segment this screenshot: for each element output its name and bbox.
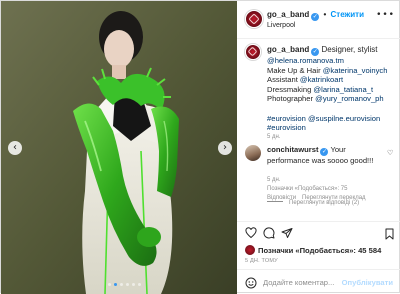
share-send-icon[interactable] — [281, 227, 293, 239]
caption-body: @helena.romanova.tm Make Up & Hair @kate… — [267, 56, 399, 142]
photo-illustration — [1, 1, 237, 294]
verified-badge-icon: ✓ — [311, 48, 320, 56]
carousel-prev-button[interactable]: ‹ — [8, 141, 22, 155]
view-replies-label: Переглянути відповіді (2) — [289, 200, 360, 206]
instagram-post-modal: ‹ › go_a_band✓ • Стежити Liverpool ••• — [0, 0, 400, 294]
likes-summary[interactable]: Позначки «Подобається»: 45 584 — [245, 245, 381, 255]
commenter-username[interactable]: conchitawurst — [267, 145, 318, 154]
post-photo[interactable]: ‹ › — [1, 1, 237, 294]
caption-line: Dressmaking @larina_tatiana_t — [267, 84, 374, 94]
publish-comment-button[interactable]: Опублікувати — [342, 278, 393, 287]
caption-line-text: Designer, stylist — [321, 45, 378, 54]
action-icons — [245, 227, 293, 239]
caption-username[interactable]: go_a_band — [267, 45, 309, 54]
header-separator: • — [323, 10, 327, 19]
caption-time: 5 дн. — [267, 133, 281, 140]
caption-line: Assistant @katrinkoart — [267, 75, 344, 85]
carousel-dot — [108, 283, 111, 286]
comment-time: 5 дн. — [267, 177, 281, 183]
caption-mention[interactable]: @katerina_voinych — [323, 66, 388, 75]
carousel-next-button[interactable]: › — [218, 141, 232, 155]
carousel-dot — [138, 283, 141, 286]
emoji-picker-icon[interactable] — [245, 276, 257, 294]
caption-avatar[interactable] — [245, 44, 261, 60]
caption-line: Photographer @yury_romanov_ph — [267, 94, 384, 104]
carousel-dot — [120, 283, 123, 286]
author-avatar[interactable] — [245, 10, 263, 28]
caption-hashtags[interactable]: #eurovision @suspilne.eurovision — [267, 114, 399, 124]
caption-mention[interactable]: @larina_tatiana_t — [313, 85, 373, 94]
liker-avatar — [245, 245, 255, 255]
follow-button[interactable]: Стежити — [331, 10, 364, 19]
author-username[interactable]: go_a_band — [267, 10, 309, 19]
post-actions: Позначки «Подобається»: 45 584 5 ДН. ТОМ… — [237, 221, 400, 275]
bookmark-save-icon[interactable] — [384, 227, 395, 245]
likes-count: 45 584 — [358, 246, 382, 255]
carousel-dot — [132, 283, 135, 286]
post-time-ago: 5 ДН. ТОМУ — [245, 258, 278, 264]
caption-line: Make Up & Hair @katerina_voinych — [267, 65, 388, 75]
carousel-indicator — [108, 283, 141, 286]
comment-input[interactable] — [263, 277, 353, 288]
add-comment-bar: Опублікувати — [237, 269, 400, 294]
chevron-left-icon: ‹ — [13, 142, 17, 153]
comment-text: conchitawurst ✓ Your performance was sooo… — [267, 145, 379, 166]
more-options-icon[interactable]: ••• — [376, 10, 395, 20]
likes-label: Позначки «Подобається»: — [258, 246, 359, 255]
commenter-avatar[interactable] — [245, 145, 261, 161]
chevron-right-icon: › — [223, 142, 227, 153]
carousel-dot-active — [114, 283, 117, 286]
caption-hashtag[interactable]: #eurovision — [267, 123, 399, 133]
comment-likes[interactable]: Позначки «Подобається»: 75 — [267, 186, 347, 192]
like-heart-icon[interactable] — [245, 227, 257, 239]
caption-mention[interactable]: @katrinkoart — [300, 75, 343, 84]
post-header: go_a_band ✓ • Стежити Liverpool ••• — [237, 1, 400, 39]
verified-badge-icon: ✓ — [320, 148, 329, 156]
replies-divider — [267, 201, 283, 202]
comment-meta: 5 дн. Позначки «Подобається»: 75 Відпові… — [267, 176, 372, 203]
post-side-panel: go_a_band ✓ • Стежити Liverpool ••• go_a_… — [237, 1, 400, 294]
caption-mention[interactable]: @yury_romanov_ph — [315, 94, 384, 103]
view-replies-button[interactable]: Переглянути відповіді (2) — [267, 200, 359, 206]
comment-like-heart-icon[interactable]: ♡ — [387, 149, 393, 157]
post-location[interactable]: Liverpool — [267, 22, 295, 29]
caption-first-line: go_a_band ✓ Designer, stylist — [267, 45, 378, 56]
comment-bubble-icon[interactable] — [263, 227, 275, 239]
author-line: go_a_band ✓ • Стежити — [267, 10, 364, 21]
caption-mention[interactable]: @helena.romanova.tm — [267, 56, 399, 66]
verified-badge-icon: ✓ — [311, 13, 320, 21]
carousel-dot — [126, 283, 129, 286]
